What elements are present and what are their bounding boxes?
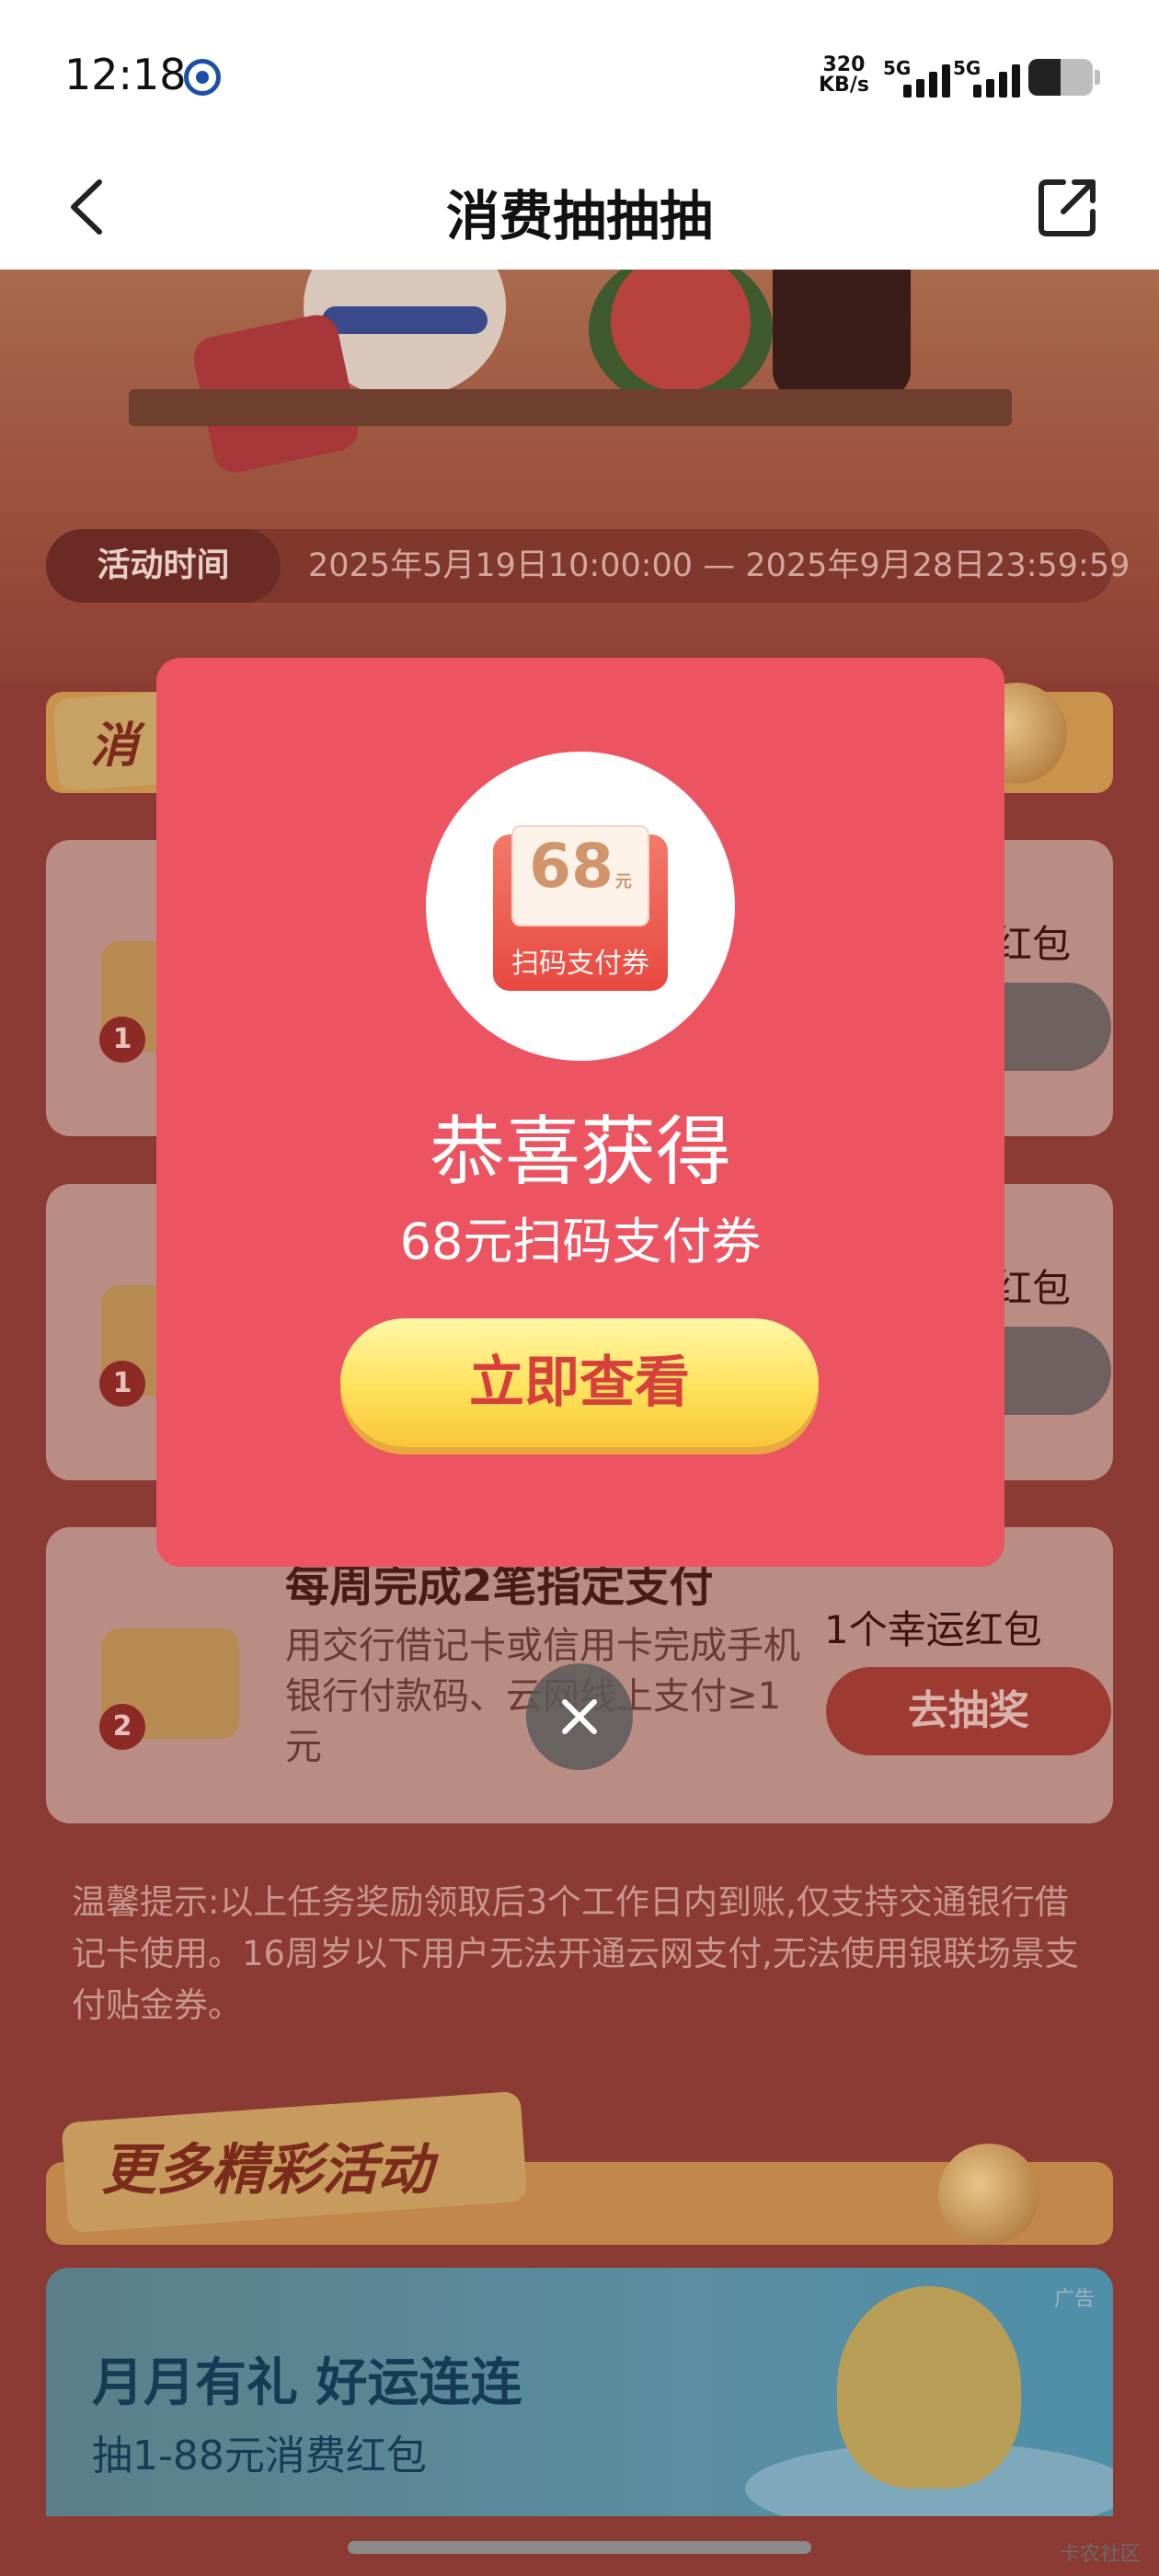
- task-number-badge: 1: [99, 1017, 145, 1063]
- prize-modal: 68 元 扫码支付券 恭喜获得 68元扫码支付券 立即查看: [156, 658, 1004, 1567]
- task-reward: 红包: [993, 922, 1072, 967]
- ad-title: 月月有礼 好运连连: [92, 2353, 522, 2413]
- task-draw-button[interactable]: 去抽奖: [826, 1667, 1111, 1755]
- network-speed: 320 KB/s: [819, 55, 869, 96]
- ad-label: 广告: [1053, 2288, 1095, 2311]
- coupon-amount-value: 68: [529, 831, 614, 902]
- share-icon: [1039, 179, 1096, 236]
- more-activities-banner: 更多精彩活动: [46, 2090, 1113, 2254]
- clock: 12:18: [64, 50, 187, 99]
- home-indicator[interactable]: [348, 2541, 811, 2554]
- drink-illustration: [773, 270, 911, 398]
- battery-tip: [1095, 70, 1100, 85]
- signal-label: 5G: [883, 57, 912, 79]
- activity-time-label: 活动时间: [46, 529, 281, 603]
- activity-time-bar: 活动时间 2025年5月19日10:00:00 — 2025年9月28日23:5…: [46, 529, 1130, 603]
- watermelon-illustration: [589, 270, 773, 408]
- coupon-amount-unit: 元: [614, 872, 632, 891]
- yuan-coin-icon: [938, 2144, 1039, 2245]
- share-button[interactable]: [1036, 175, 1100, 239]
- dragon-mascot-illustration: [837, 2286, 1021, 2489]
- page-title: 消费抽抽抽: [445, 185, 713, 247]
- network-speed-unit: KB/s: [819, 74, 869, 97]
- prize-name: 68元扫码支付券: [399, 1213, 762, 1271]
- modal-heading: 恭喜获得: [429, 1109, 731, 1196]
- coupon-type-label: 扫码支付券: [511, 948, 649, 980]
- ad-subtitle: 抽1-88元消费红包: [92, 2432, 427, 2479]
- battery-icon: [1028, 59, 1093, 96]
- tip-text: 温馨提示:以上任务奖励领取后3个工作日内到账,仅支持交通银行借记卡使用。16周岁…: [72, 1882, 1079, 2025]
- more-activities-title: 更多精彩活动: [101, 2138, 432, 2202]
- task-number-badge: 2: [99, 1704, 145, 1750]
- status-bar: 12:18 320 KB/s 5G 5G: [0, 0, 1159, 147]
- task-reward: 1个幸运红包: [824, 1607, 1042, 1652]
- signal-icon: 5G: [883, 57, 957, 98]
- title-bar: 消费抽抽抽: [0, 147, 1159, 270]
- task-number-badge: 1: [99, 1361, 145, 1407]
- hero-banner: 活动时间 2025年5月19日10:00:00 — 2025年9月28日23:5…: [0, 270, 1159, 684]
- coupon-amount: 68 元: [513, 831, 648, 902]
- close-modal-button[interactable]: [526, 1663, 633, 1770]
- prize-icon-circle: 68 元 扫码支付券: [426, 752, 735, 1061]
- task-reward: 红包: [993, 1266, 1072, 1311]
- signal-icon-2: 5G: [953, 57, 1027, 98]
- ad-banner[interactable]: 广告 月月有礼 好运连连 抽1-88元消费红包: [46, 2268, 1113, 2516]
- close-icon: [562, 1699, 597, 1734]
- watermark: 卡农社区: [1059, 2543, 1141, 2566]
- view-now-button[interactable]: 立即查看: [340, 1318, 819, 1447]
- mascot-collar: [322, 306, 488, 334]
- activity-time-range: 2025年5月19日10:00:00 — 2025年9月28日23:59:59: [308, 547, 1130, 584]
- signal-label-2: 5G: [953, 57, 981, 79]
- network-speed-value: 320: [822, 53, 866, 76]
- bank-app-icon: [184, 59, 221, 96]
- coupon-card: 68 元: [511, 825, 649, 926]
- coupon-envelope-icon: 68 元 扫码支付券: [493, 825, 668, 991]
- section-title: 消: [90, 719, 139, 774]
- shelf-illustration: [129, 389, 1012, 426]
